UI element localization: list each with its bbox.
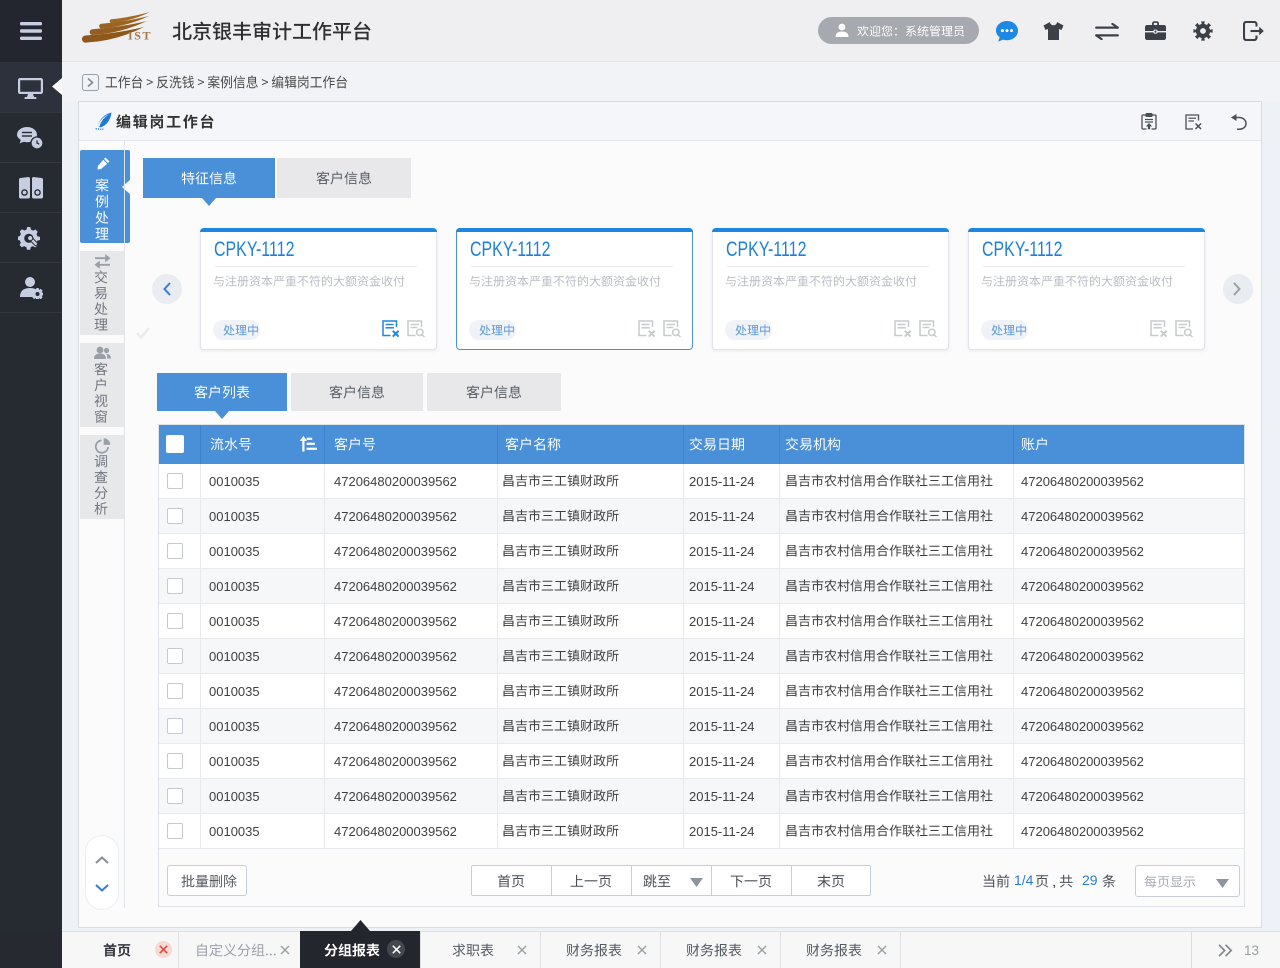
svg-text:IST: IST [128, 29, 152, 43]
